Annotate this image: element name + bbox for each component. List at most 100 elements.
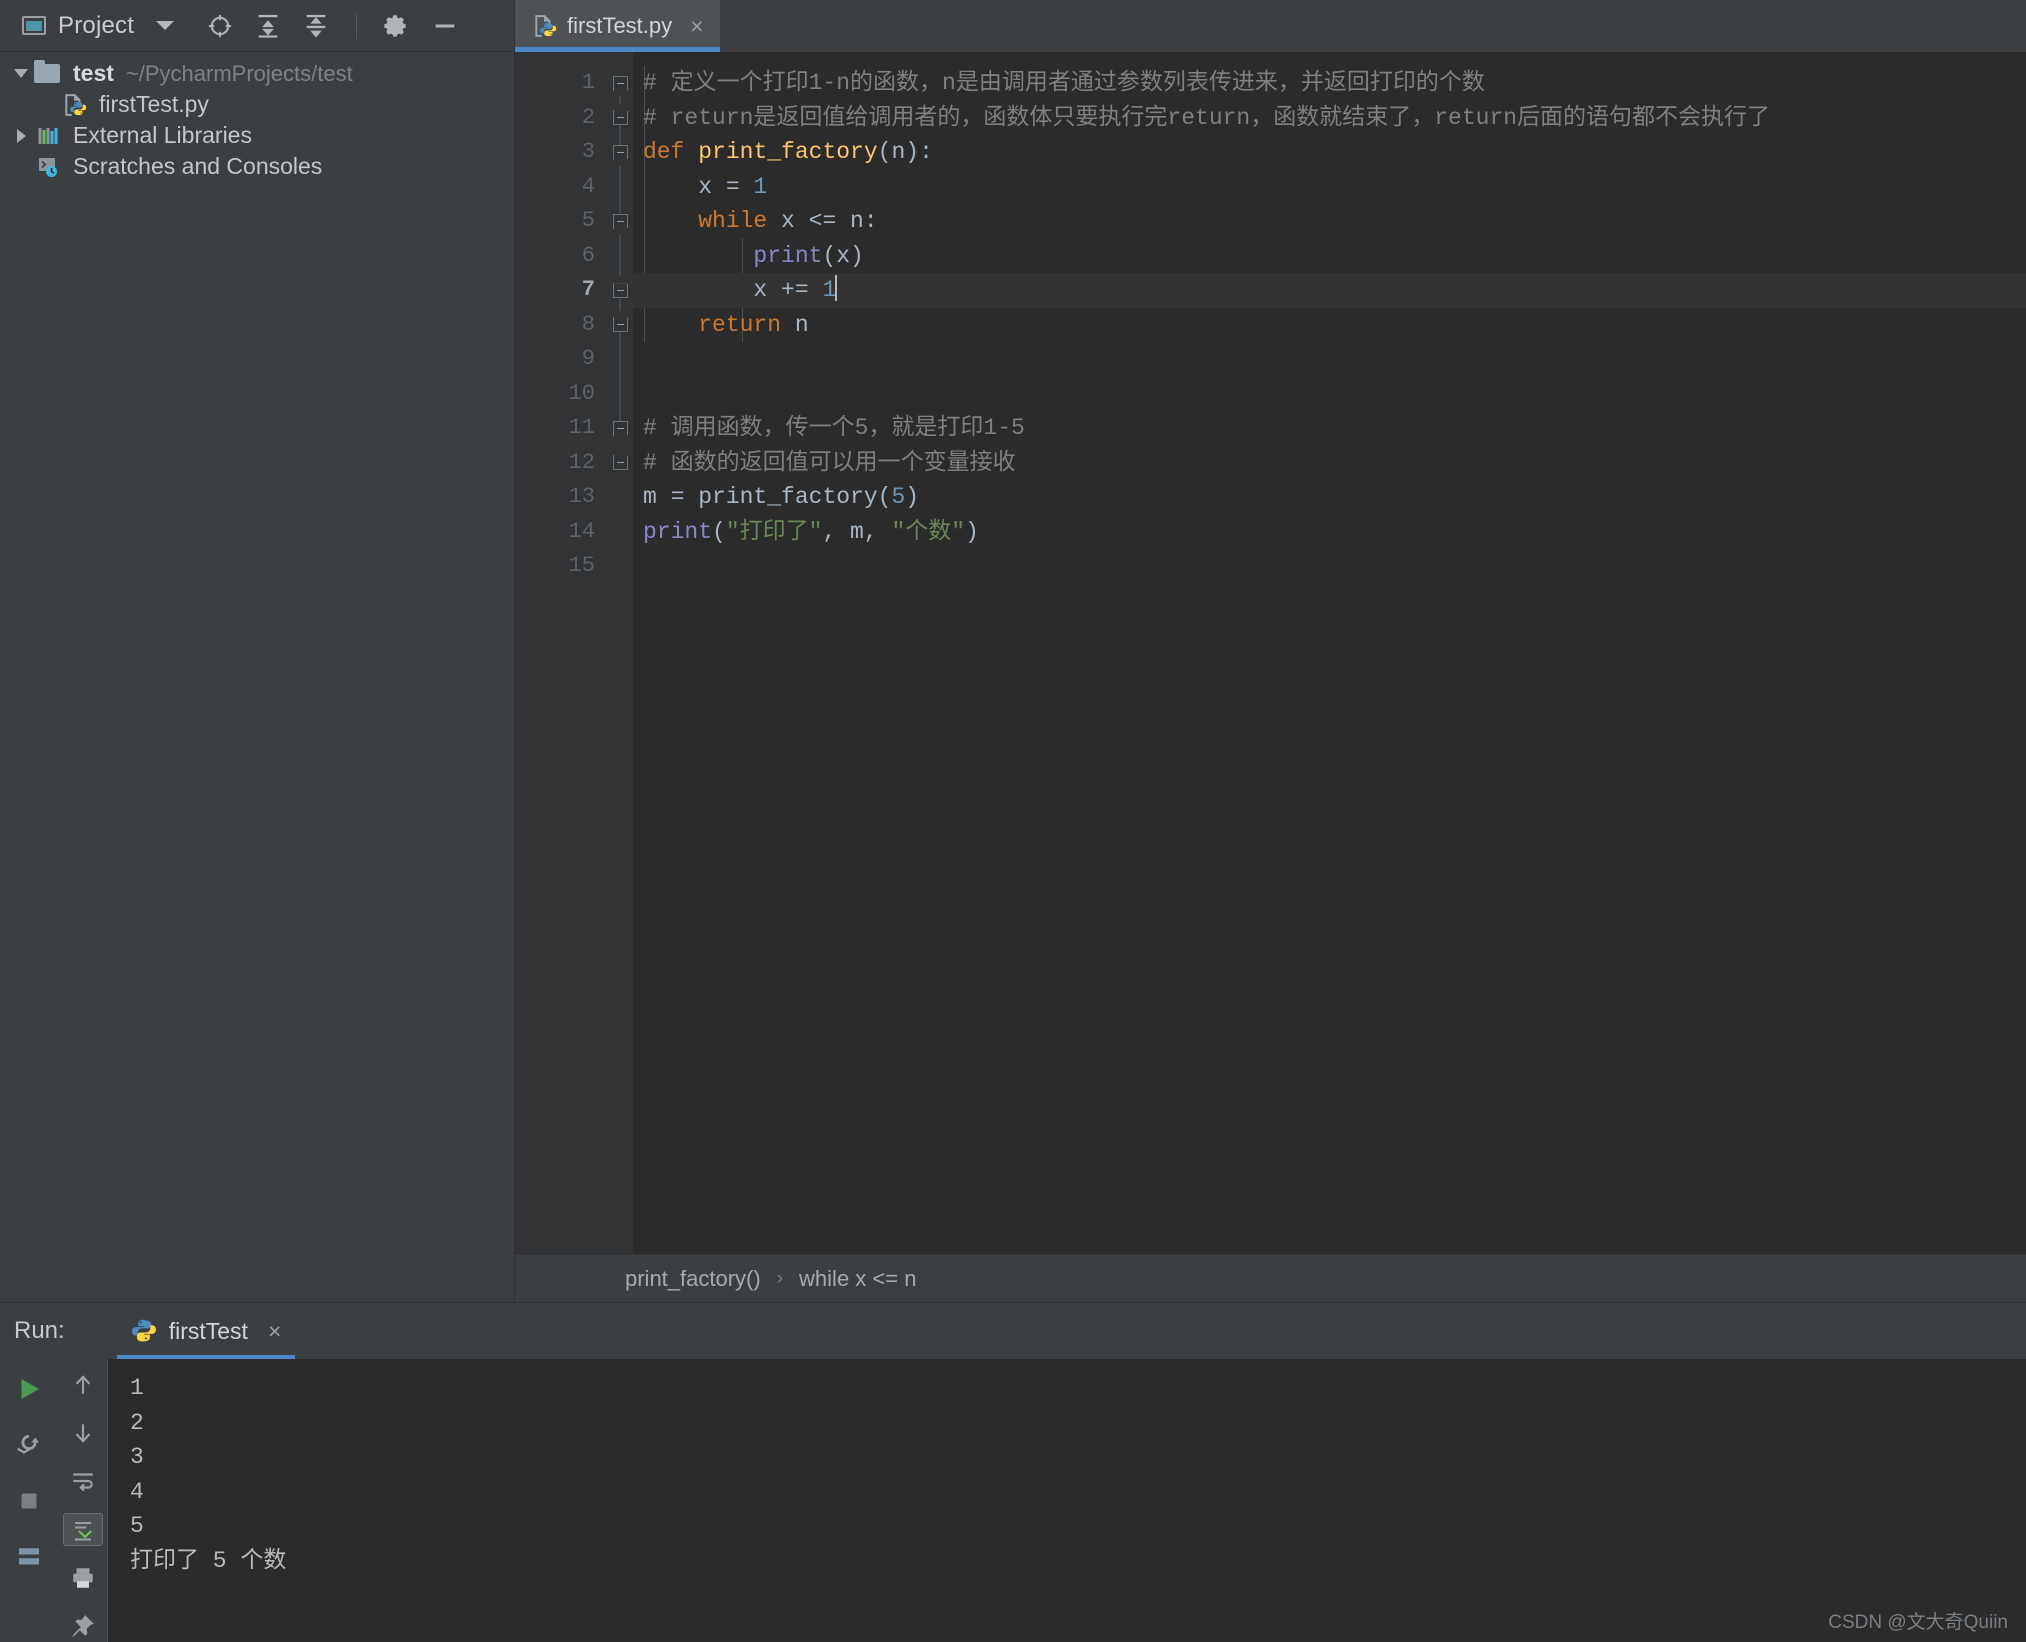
fold-marker[interactable] (607, 411, 633, 446)
scroll-to-end-icon[interactable] (62, 1513, 103, 1546)
console-line: 5 (130, 1513, 144, 1539)
run-toolwindow-header: Run: firstTest × (0, 1303, 2026, 1359)
breadcrumb-item-while[interactable]: while x <= n (799, 1266, 916, 1292)
editor-tab-firsttest-py[interactable]: firstTest.py × (515, 0, 720, 52)
soft-wrap-icon[interactable] (63, 1465, 103, 1497)
line-number: 6 (581, 242, 595, 268)
code-folding-gutter[interactable] (607, 52, 633, 1254)
tree-item-firsttest-py[interactable]: firstTest.py (0, 89, 514, 120)
code-text[interactable]: # 定义一个打印1-n的函数，n是由调用者通过参数列表传进来，并返回打印的个数 … (633, 52, 2026, 1254)
python-file-icon (531, 13, 557, 39)
line-number: 10 (568, 380, 595, 406)
fold-marker[interactable] (607, 66, 633, 101)
fold-marker[interactable] (607, 135, 633, 170)
pin-icon[interactable] (63, 1610, 103, 1642)
console-line: 打印了 5 个数 (130, 1547, 287, 1574)
tree-item-path: ~/PycharmProjects/test (125, 60, 353, 86)
run-icon[interactable] (9, 1369, 49, 1409)
twisty-collapsed-icon[interactable] (8, 128, 34, 143)
line-number: 11 (568, 415, 595, 440)
twisty-expanded-icon[interactable] (8, 69, 34, 78)
collapse-all-icon[interactable] (302, 12, 330, 40)
code-line-12: # 函数的返回值可以用一个变量接收 (633, 446, 2026, 481)
watermark: CSDN @文大奇Quiin (1828, 1612, 2008, 1633)
folder-icon (34, 60, 64, 86)
toolbar-divider (356, 12, 358, 39)
fold-marker[interactable] (607, 100, 633, 135)
project-panel-title: Project (58, 11, 135, 39)
scroll-up-icon[interactable] (63, 1369, 103, 1401)
main-area: Project test ~/PycharmProjects/test firs… (0, 0, 2026, 1302)
code-line-3: def print_factory(n): (643, 139, 933, 165)
run-console-output[interactable]: 1 2 3 4 5 打印了 5 个数 (108, 1359, 2026, 1642)
code-token-comment: # 定义一个打印1-n的函数，n是由调用者通过参数列表传进来，并返回打印的个数 (643, 70, 1485, 96)
fold-marker[interactable] (607, 273, 633, 308)
line-number: 9 (581, 346, 595, 371)
chevron-down-icon[interactable] (156, 21, 175, 30)
rerun-icon[interactable] (9, 1425, 49, 1465)
editor-tab-label: firstTest.py (567, 13, 673, 38)
code-line-7: x += 1 (633, 273, 2026, 308)
line-number: 3 (581, 139, 595, 164)
run-label: Run: (14, 1317, 65, 1344)
close-icon[interactable]: × (268, 1319, 281, 1343)
fold-marker[interactable] (607, 446, 633, 481)
line-number: 15 (568, 553, 595, 578)
editor-area: firstTest.py × 1 2 3 4 5 6 7 8 9 10 11 1… (514, 0, 2026, 1302)
tree-item-external-libraries[interactable]: External Libraries (0, 120, 514, 151)
run-body: 1 2 3 4 5 打印了 5 个数 (0, 1359, 2026, 1642)
tree-item-label: External Libraries (73, 122, 252, 148)
fold-marker[interactable] (607, 307, 633, 342)
scroll-down-icon[interactable] (63, 1417, 103, 1449)
fold-gutter-row (607, 480, 633, 515)
tree-item-test[interactable]: test ~/PycharmProjects/test (0, 58, 514, 89)
python-file-icon (131, 1318, 157, 1344)
fold-gutter-row (607, 342, 633, 377)
code-line-8: return n (698, 311, 809, 338)
line-number: 1 (581, 70, 595, 95)
breadcrumb-item-function[interactable]: print_factory() (625, 1266, 761, 1292)
code-line-2: # return是返回值给调用者的，函数体只要执行完return，函数就结束了，… (633, 101, 2026, 136)
line-number: 14 (568, 518, 595, 544)
console-line: 1 (130, 1375, 144, 1401)
console-line: 2 (130, 1409, 144, 1436)
expand-all-icon[interactable] (254, 12, 282, 40)
thread-dump-icon[interactable] (9, 1537, 49, 1577)
code-line-4: x = 1 (643, 173, 768, 200)
minimize-icon[interactable] (431, 12, 459, 40)
run-tab-label: firstTest (168, 1317, 248, 1344)
text-caret (835, 275, 838, 301)
fold-gutter-row (607, 549, 633, 584)
stop-icon[interactable] (9, 1481, 49, 1521)
gear-icon[interactable] (383, 12, 411, 40)
line-number: 13 (568, 484, 595, 509)
fold-gutter-row (607, 169, 633, 204)
fold-gutter-row (607, 238, 633, 273)
code-line-13: m = print_factory(5) (643, 484, 920, 510)
run-tab-firsttest[interactable]: firstTest × (116, 1303, 296, 1359)
editor-tabbar: firstTest.py × (515, 0, 2026, 52)
print-icon[interactable] (63, 1562, 103, 1594)
project-toolbar: Project (0, 0, 514, 52)
run-left-toolbar (0, 1359, 58, 1642)
line-number-gutter: 1 2 3 4 5 6 7 8 9 10 11 12 13 14 15 (515, 52, 607, 1254)
locate-target-icon[interactable] (206, 12, 234, 40)
run-secondary-toolbar (58, 1359, 108, 1642)
code-editor[interactable]: 1 2 3 4 5 6 7 8 9 10 11 12 13 14 15 # 定义… (515, 52, 2026, 1254)
fold-marker[interactable] (607, 204, 633, 239)
code-line-6: print(x) (753, 242, 864, 269)
python-file-icon (60, 93, 90, 117)
libraries-icon (34, 124, 64, 148)
tree-item-scratches-and-consoles[interactable]: Scratches and Consoles (0, 151, 514, 182)
code-line-11: # 调用函数，传一个5，就是打印1-5 (633, 411, 2026, 446)
run-tool-window: Run: firstTest × 1 2 3 4 5 打印了 5 个数 (0, 1302, 2026, 1642)
close-icon[interactable]: × (690, 14, 703, 38)
line-number: 5 (581, 208, 595, 233)
project-panel-icon (22, 16, 46, 35)
console-line: 3 (130, 1444, 144, 1470)
project-tree: test ~/PycharmProjects/test firstTest.py (0, 52, 514, 1302)
breadcrumb: print_factory() › while x <= n (515, 1254, 2026, 1302)
